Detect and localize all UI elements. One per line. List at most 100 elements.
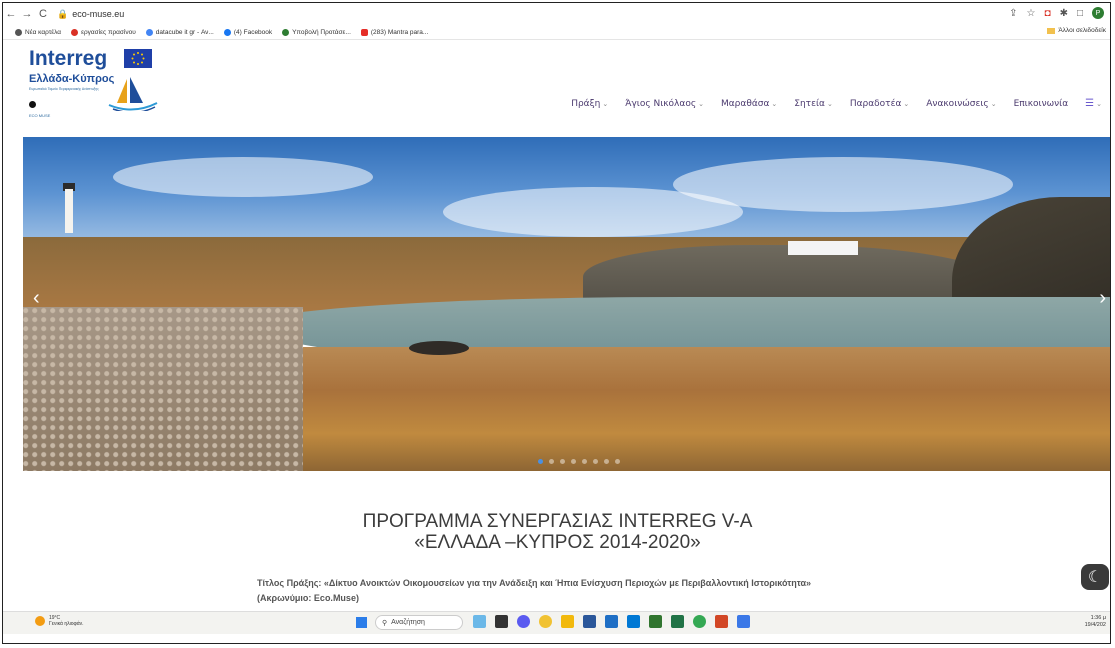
extension-icon[interactable]: ◘ bbox=[1045, 8, 1051, 19]
widgets-icon[interactable] bbox=[473, 615, 486, 628]
menu-item-marathasa[interactable]: Μαραθάσα ⌄ bbox=[721, 99, 777, 109]
sun-icon bbox=[35, 616, 45, 626]
bookmark-datacube[interactable]: datacube it gr - Αν... bbox=[145, 28, 214, 36]
url-field[interactable]: 🔒 eco-muse.eu bbox=[57, 9, 124, 20]
chevron-down-icon: ⌄ bbox=[771, 99, 778, 108]
forward-icon[interactable]: → bbox=[19, 8, 35, 20]
chrome-icon[interactable] bbox=[539, 615, 552, 628]
logo-subtitle: Ελλάδα-Κύπρος bbox=[29, 73, 115, 85]
logo-title: Interreg bbox=[29, 47, 108, 70]
logo-eco-text: ECO MUSE bbox=[29, 113, 51, 118]
clock-date: 19/4/202 bbox=[1084, 622, 1106, 628]
chevron-down-icon: ⌄ bbox=[698, 99, 704, 108]
paint-icon[interactable] bbox=[737, 615, 750, 628]
bookmark-label: (4) Facebook bbox=[233, 28, 273, 36]
slider-dot[interactable] bbox=[571, 459, 576, 464]
slider-dot[interactable] bbox=[549, 459, 554, 464]
slider-dot[interactable] bbox=[560, 459, 565, 464]
hero-pebbles bbox=[23, 307, 303, 471]
star-icon[interactable]: ☆ bbox=[1027, 8, 1036, 19]
bookmarks-bar: Νέα καρτέλα εργασίες πρασίνου datacube i… bbox=[3, 25, 1110, 40]
taskbar-search-label: Αναζήτηση bbox=[391, 619, 425, 626]
slider-dot[interactable] bbox=[582, 459, 587, 464]
lock-icon: 🔒 bbox=[57, 8, 69, 19]
menu-label: Σητεία bbox=[794, 98, 825, 109]
outlook-icon[interactable] bbox=[627, 615, 640, 628]
project-description: Τίτλος Πράξης: «Δίκτυο Ανοικτών Οικομουσ… bbox=[257, 576, 957, 606]
menu-list-icon[interactable]: ☰ ⌄ bbox=[1085, 98, 1102, 109]
profile-avatar[interactable]: P bbox=[1092, 7, 1104, 19]
windows-start-icon[interactable] bbox=[356, 617, 367, 628]
bookmark-facebook[interactable]: (4) Facebook bbox=[223, 28, 273, 36]
site-logo[interactable]: Interreg Ελλάδα-Κύπρος Ευρωπαϊκό Ταμείο … bbox=[29, 47, 164, 137]
chat-icon[interactable] bbox=[517, 615, 530, 628]
slider-dot[interactable] bbox=[615, 459, 620, 464]
hero-chapel bbox=[788, 241, 858, 255]
slider-dot[interactable] bbox=[593, 459, 598, 464]
menu-label: Άγιος Νικόλαος bbox=[625, 98, 697, 109]
chevron-down-icon: ⌄ bbox=[990, 99, 997, 108]
menu-item-anakoinoseis[interactable]: Ανακοινώσεις ⌄ bbox=[926, 99, 996, 109]
other-bookmarks-label: Άλλοι σελιδοδείκ bbox=[1058, 27, 1106, 34]
bookmark-new-tab[interactable]: Νέα καρτέλα bbox=[15, 28, 62, 36]
word-icon[interactable] bbox=[583, 615, 596, 628]
menu-item-praxi[interactable]: Πράξη ⌄ bbox=[571, 99, 608, 109]
bookmark-green-works[interactable]: εργασίες πρασίνου bbox=[71, 28, 136, 36]
slider-dot[interactable] bbox=[604, 459, 609, 464]
bookmark-label: Νέα καρτέλα bbox=[25, 28, 62, 36]
slider-dots bbox=[538, 459, 620, 464]
system-clock[interactable]: 1:36 μ 19/4/202 bbox=[1085, 615, 1106, 629]
menu-label: Ανακοινώσεις bbox=[926, 98, 989, 109]
bookmark-icon bbox=[282, 28, 290, 36]
reload-icon[interactable]: C bbox=[35, 8, 51, 20]
url-text: eco-muse.eu bbox=[72, 9, 125, 19]
chevron-down-icon: ⌄ bbox=[602, 99, 609, 108]
menu-label: Πράξη bbox=[571, 98, 601, 109]
other-bookmarks[interactable]: Άλλοι σελιδοδείκ bbox=[1047, 27, 1106, 34]
folder-icon bbox=[1047, 27, 1056, 34]
publisher-icon[interactable] bbox=[649, 615, 662, 628]
bookmark-icon bbox=[15, 28, 22, 36]
dark-mode-toggle[interactable]: ☾ bbox=[1081, 564, 1109, 590]
bookmark-label: datacube it gr - Αν... bbox=[155, 28, 214, 36]
taskbar-apps bbox=[473, 615, 750, 628]
bookmark-label: (283) Mantra para... bbox=[370, 28, 429, 36]
file-explorer-icon[interactable] bbox=[561, 615, 574, 628]
menu-label: Μαραθάσα bbox=[720, 98, 770, 109]
project-title-line: Τίτλος Πράξης: «Δίκτυο Ανοικτών Οικομουσ… bbox=[257, 578, 812, 588]
share-icon[interactable]: ⇪ bbox=[1009, 8, 1017, 19]
puzzle-icon[interactable]: ✱ bbox=[1060, 8, 1068, 19]
chevron-down-icon: ⌄ bbox=[826, 99, 833, 108]
bookmark-youtube[interactable]: (283) Mantra para... bbox=[360, 28, 429, 36]
excel-icon[interactable] bbox=[671, 615, 684, 628]
google-icon bbox=[145, 28, 153, 36]
slider-next-button[interactable]: › bbox=[1099, 287, 1106, 310]
taskbar-search[interactable]: ⚲ Αναζήτηση bbox=[375, 615, 463, 630]
chrome-profile-icon[interactable] bbox=[693, 615, 706, 628]
chevron-down-icon: ⌄ bbox=[903, 99, 910, 108]
window-icon[interactable]: □ bbox=[1077, 8, 1083, 19]
bookmark-submission[interactable]: Υποβολή Προτάσε... bbox=[282, 28, 351, 36]
menu-item-epikoinonia[interactable]: Επικοινωνία bbox=[1014, 99, 1069, 109]
slider-dot[interactable] bbox=[538, 459, 543, 464]
page-title: ΠΡΟΓΡΑΜΜΑ ΣΥΝΕΡΓΑΣΙΑΣ INTERREG V-A «ΕΛΛΑ… bbox=[3, 511, 1110, 553]
youtube-icon bbox=[360, 28, 368, 36]
bookmark-label: εργασίες πρασίνου bbox=[81, 28, 136, 36]
powerpoint-icon[interactable] bbox=[715, 615, 728, 628]
hero-slider: ‹ › bbox=[23, 137, 1110, 471]
menu-item-paradotea[interactable]: Παραδοτέα ⌄ bbox=[850, 99, 909, 109]
menu-item-siteia[interactable]: Σητεία ⌄ bbox=[794, 99, 833, 109]
hero-dark-rock bbox=[409, 341, 469, 355]
project-acronym-line: (Ακρωνύμιο: Eco.Muse) bbox=[257, 593, 359, 603]
address-bar: ← → C 🔒 eco-muse.eu ⇪ ☆ ◘ ✱ □ P bbox=[3, 3, 1110, 25]
page-title-line1: ΠΡΟΓΡΑΜΜΑ ΣΥΝΕΡΓΑΣΙΑΣ INTERREG V-A bbox=[362, 511, 753, 532]
task-view-icon[interactable] bbox=[495, 615, 508, 628]
sailboat-icon bbox=[108, 77, 158, 111]
store-icon[interactable] bbox=[605, 615, 618, 628]
eu-flag-icon bbox=[124, 49, 152, 68]
weather-widget[interactable]: 19°C Γενικά ηλιοφάν. bbox=[35, 615, 84, 627]
back-icon[interactable]: ← bbox=[3, 8, 19, 20]
browser-window: ← → C 🔒 eco-muse.eu ⇪ ☆ ◘ ✱ □ P Νέα καρτ… bbox=[2, 2, 1111, 644]
menu-item-agios-nikolaos[interactable]: Άγιος Νικόλαος ⌄ bbox=[625, 99, 704, 109]
slider-prev-button[interactable]: ‹ bbox=[33, 287, 40, 310]
